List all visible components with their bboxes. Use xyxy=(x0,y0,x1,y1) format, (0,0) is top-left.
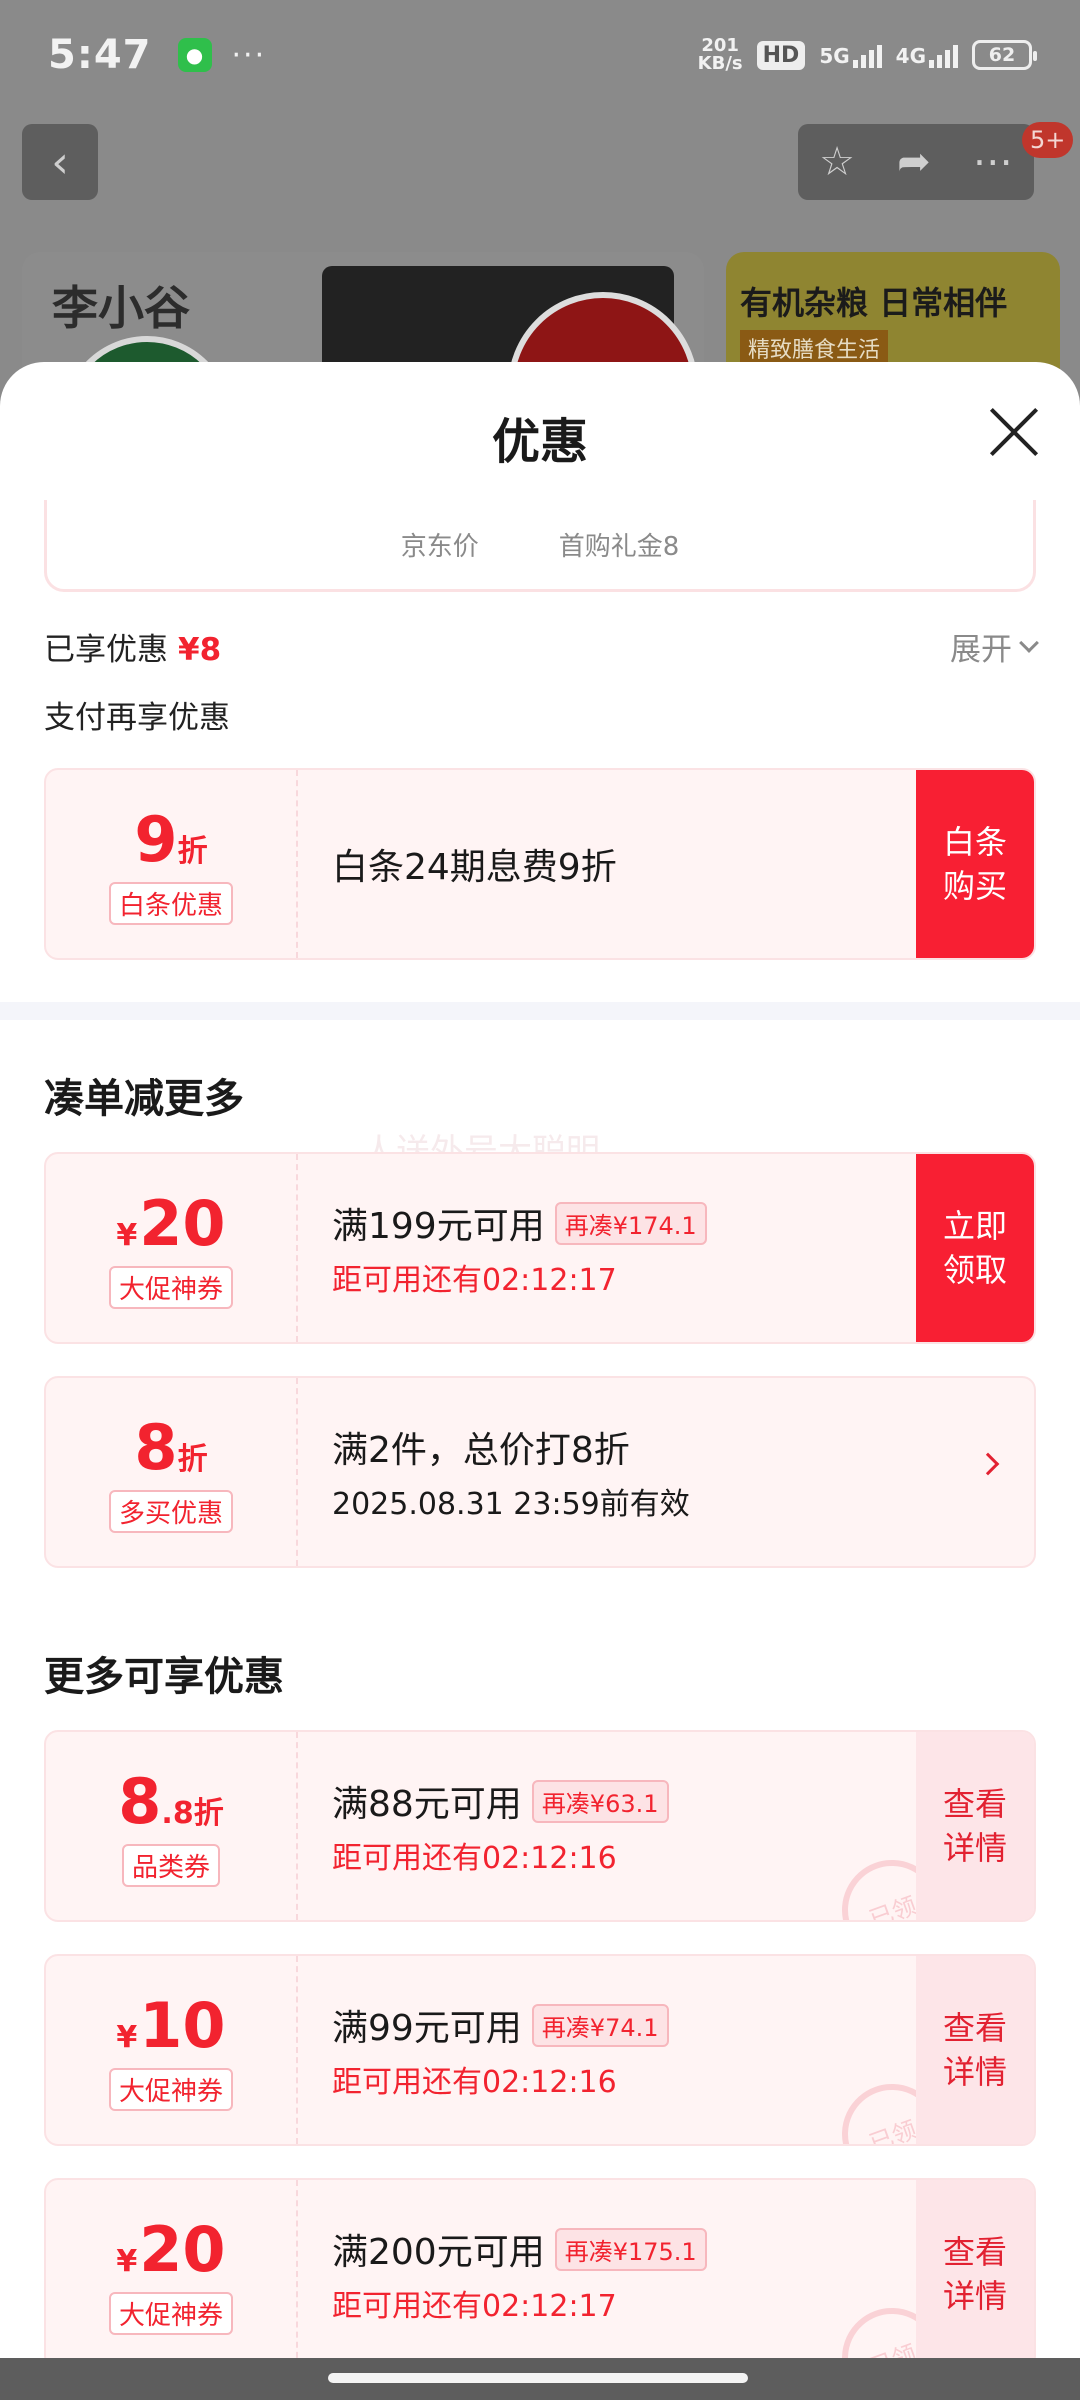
signal-5g-icon: 5G xyxy=(819,42,882,68)
brand-logo: 李小谷 xyxy=(52,281,190,335)
view-details-button[interactable]: 查看详情 xyxy=(916,1732,1034,1920)
section-title-combine: 凑单减更多 xyxy=(44,1076,244,1122)
coupon-condition: 满2件，总价打8折 xyxy=(332,1430,630,1471)
battery-icon: 62 xyxy=(972,40,1037,70)
coupon-card: ¥10 大促神券 满99元可用 再凑¥74.1 距可用还有02:12:16 已领… xyxy=(44,1954,1036,2146)
back-button[interactable]: ‹ xyxy=(22,124,98,200)
coupon-tag: 大促神券 xyxy=(108,1266,233,1309)
more-notifications-icon: ··· xyxy=(231,37,267,73)
coupon-remaining-pill: 再凑¥74.1 xyxy=(531,2003,669,2047)
navigation-bar xyxy=(0,2358,1080,2400)
coupon-condition: 满88元可用 xyxy=(332,1784,522,1825)
view-details-button[interactable]: 查看详情 xyxy=(916,1956,1034,2144)
discount-sheet: 优惠 京东价 首购礼金8 已享优惠 ¥8 展开 支付再享优惠 9折 白条优惠 白条… xyxy=(0,362,1080,2400)
coupon-tag: 多买优惠 xyxy=(108,1490,233,1533)
network-speed: 201 KB/s xyxy=(697,35,743,74)
top-actions: ☆ ➦ ⋯ xyxy=(798,124,1034,200)
coupon-remaining-pill: 再凑¥174.1 xyxy=(554,1201,707,1245)
section-divider xyxy=(0,1002,1080,1020)
sheet-title: 优惠 xyxy=(491,414,588,470)
expand-button[interactable]: 展开 xyxy=(950,624,1039,669)
close-icon[interactable] xyxy=(986,404,1042,460)
signal-4g-icon: 4G xyxy=(896,42,958,68)
star-icon[interactable]: ☆ xyxy=(819,139,855,185)
background-page: 5:47 ● ··· 201 KB/s HD 5G 4G 62 ‹ ☆ ➦ ⋯ … xyxy=(0,0,1080,420)
coupon-value: 8.8折 xyxy=(118,1765,224,1838)
price-label-gift: 首购礼金8 xyxy=(558,532,680,562)
multi-buy-coupon[interactable]: 8折 多买优惠 满2件，总价打8折 2025.08.31 23:59前有效 xyxy=(44,1376,1036,1568)
price-breakdown: 京东价 首购礼金8 xyxy=(44,500,1036,592)
wechat-icon: ● xyxy=(177,38,212,72)
chevron-down-icon xyxy=(1019,632,1039,653)
enjoyed-discount: 已享优惠 ¥8 xyxy=(44,632,222,668)
section-title-more: 更多可享优惠 xyxy=(44,1654,284,1700)
coupon-condition: 满199元可用 xyxy=(332,1206,545,1247)
more-dots-icon[interactable]: ⋯ xyxy=(973,139,1013,185)
coupon-condition: 满99元可用 xyxy=(332,2008,522,2049)
share-icon[interactable]: ➦ xyxy=(897,139,931,185)
coupon-countdown: 距可用还有02:12:17 xyxy=(332,2289,617,2324)
baitiao-buy-button[interactable]: 白条购买 xyxy=(916,770,1034,958)
coupon-card: ¥20 大促神券 满200元可用 再凑¥175.1 距可用还有02:12:17 … xyxy=(44,2178,1036,2370)
coupon-countdown: 距可用还有02:12:16 xyxy=(332,1841,617,1876)
coupon-remaining-pill: 再凑¥175.1 xyxy=(554,2227,707,2271)
coupon-tag: 品类券 xyxy=(121,1844,220,1887)
coupon-tag: 白条优惠 xyxy=(108,882,233,925)
coupon-countdown: 距可用还有02:12:16 xyxy=(332,2065,617,2100)
chevron-left-icon: ‹ xyxy=(51,136,69,188)
coupon-tag: 大促神券 xyxy=(108,2292,233,2335)
claim-button[interactable]: 立即领取 xyxy=(916,1154,1034,1342)
coupon-value: ¥20 xyxy=(116,1187,226,1260)
coupon-condition: 白条24期息费9折 xyxy=(332,847,617,888)
coupon-tag: 大促神券 xyxy=(108,2068,233,2111)
price-label-jd: 京东价 xyxy=(400,532,479,562)
coupon-value: ¥20 xyxy=(116,2213,226,2286)
chevron-right-icon[interactable] xyxy=(976,1452,1000,1476)
coupon-remaining-pill: 再凑¥63.1 xyxy=(531,1779,669,1823)
coupon-card: 8.8折 品类券 满88元可用 再凑¥63.1 距可用还有02:12:16 已领… xyxy=(44,1730,1036,1922)
coupon-value: ¥10 xyxy=(116,1989,226,2062)
hd-icon: HD xyxy=(756,40,806,70)
pay-more-label: 支付再享优惠 xyxy=(44,700,230,736)
coupon-condition: 满200元可用 xyxy=(332,2232,545,2273)
home-indicator[interactable] xyxy=(328,2373,748,2383)
enjoyed-amount: ¥8 xyxy=(178,632,222,668)
message-badge: 5+ xyxy=(1022,122,1074,158)
baitiao-coupon: 9折 白条优惠 白条24期息费9折 白条购买 xyxy=(44,768,1036,960)
view-details-button[interactable]: 查看详情 xyxy=(916,2180,1034,2368)
coupon-card: ¥20 大促神券 满199元可用 再凑¥174.1 距可用还有02:12:17 … xyxy=(44,1152,1036,1344)
status-time: 5:47 xyxy=(48,32,152,78)
coupon-validity: 2025.08.31 23:59前有效 xyxy=(332,1487,690,1522)
coupon-value: 8折 xyxy=(134,1411,208,1484)
coupon-value: 9折 xyxy=(134,803,208,876)
coupon-countdown: 距可用还有02:12:17 xyxy=(332,1263,617,1298)
status-bar: 5:47 ● ··· 201 KB/s HD 5G 4G 62 xyxy=(0,0,1080,110)
